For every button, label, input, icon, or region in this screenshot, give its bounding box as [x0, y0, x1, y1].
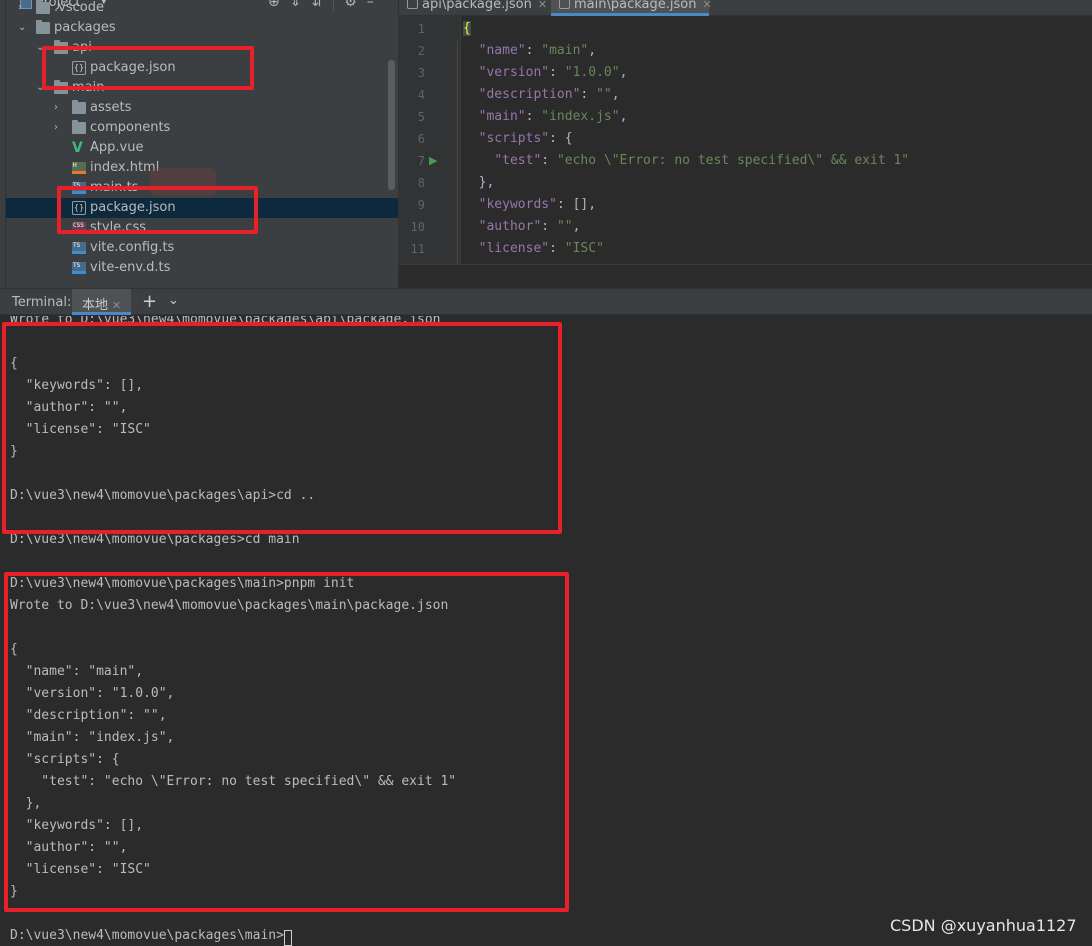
typescript-file-icon: TS: [72, 242, 86, 254]
annotation-box-main: [57, 186, 258, 234]
line-number: 4: [417, 88, 425, 102]
line-number: 2: [417, 44, 425, 58]
code-line: "main": "index.js",: [478, 109, 628, 124]
tree-item-label: App.vue: [90, 140, 144, 155]
close-icon[interactable]: ✕: [538, 0, 547, 11]
code-line: "test": "echo \"Error: no test specified…: [494, 153, 910, 168]
tree-item-label: index.html: [90, 160, 160, 175]
project-panel: Project ▼ ⊕ ⇕ ⇵ ⚙ – › .vscode ⌄ packages ⌄ ap…: [0, 0, 398, 288]
tree-item-label: packages: [54, 20, 116, 35]
line-number: 9: [417, 198, 425, 212]
tree-item[interactable]: › assets: [6, 98, 398, 118]
tab-local-terminal[interactable]: 本地 ✕: [72, 289, 132, 315]
editor-panel: api\package.json ✕ main\package.json ✕ 1 2 3…: [398, 0, 1092, 288]
folder-icon: [72, 120, 86, 134]
html-file-icon: H: [72, 162, 86, 174]
tab-label: main\package.json: [574, 0, 697, 12]
tree-item[interactable]: › .vscode: [6, 0, 398, 18]
annotation-box-terminal-main: [4, 572, 569, 912]
tree-item[interactable]: › components: [6, 118, 398, 138]
tree-item[interactable]: TS vite-env.d.ts: [6, 258, 398, 278]
terminal-header: Terminal: 本地 ✕ + ⌄: [0, 288, 1092, 315]
terminal-line: D:\vue3\new4\momovue\packages\main>: [10, 928, 284, 943]
line-number: 8: [417, 176, 425, 190]
vue-file-icon: V: [72, 140, 83, 156]
terminal-line: D:\vue3\new4\momovue\packages>cd main: [10, 532, 300, 547]
tree-item[interactable]: TS vite.config.ts: [6, 238, 398, 258]
folder-icon: [36, 0, 50, 14]
tree-item[interactable]: V App.vue: [6, 138, 398, 158]
line-number: 11: [410, 242, 425, 256]
tab-main-package-json[interactable]: main\package.json ✕: [551, 0, 712, 16]
annotation-box-terminal-api: [2, 322, 562, 534]
line-number: 10: [410, 220, 425, 234]
tree-item-label: .vscode: [54, 0, 104, 15]
code-line: },: [463, 175, 495, 190]
tree-item[interactable]: ⌄ packages: [6, 18, 398, 38]
json-file-icon: [407, 0, 418, 9]
line-number: 5: [417, 110, 425, 124]
typescript-file-icon: TS: [72, 262, 86, 274]
chevron-down-icon[interactable]: ⌄: [18, 18, 30, 38]
code-line: "name": "main",: [478, 43, 597, 58]
line-number: 7: [417, 154, 425, 168]
tree-item-label: vite.config.ts: [90, 240, 175, 255]
tab-label: api\package.json: [422, 0, 532, 12]
tree-item-label: components: [90, 120, 171, 135]
watermark: CSDN @xuyanhua1127: [890, 916, 1077, 935]
editor-tab-bar: api\package.json ✕ main\package.json ✕: [399, 0, 1092, 16]
editor-horizontal-area: [399, 264, 1092, 288]
folder-icon: [72, 100, 86, 114]
close-icon[interactable]: ✕: [112, 299, 121, 312]
folder-icon: [36, 20, 50, 34]
chevron-right-icon[interactable]: ›: [54, 98, 66, 118]
line-number: 1: [417, 22, 425, 36]
annotation-box-api: [42, 46, 254, 90]
line-gutter: 1 2 3 4 5 6 7 8 9 10 11 ▶: [399, 16, 461, 288]
line-number: 3: [417, 66, 425, 80]
tab-api-package-json[interactable]: api\package.json ✕: [407, 0, 549, 16]
json-file-icon: [559, 0, 570, 9]
terminal-tab-label: 本地: [82, 298, 109, 313]
tree-item-label: vite-env.d.ts: [90, 260, 171, 275]
terminal-title: Terminal:: [12, 295, 72, 310]
code-line: {: [463, 21, 471, 36]
fold-guide: [457, 41, 458, 281]
code-line: "version": "1.0.0",: [478, 65, 628, 80]
tree-scrollbar[interactable]: [388, 60, 395, 190]
code-line: "license": "ISC": [478, 241, 604, 256]
close-icon[interactable]: ✕: [702, 0, 711, 11]
code-line: "scripts": {: [478, 131, 573, 146]
chevron-right-icon[interactable]: ›: [18, 0, 30, 18]
add-icon[interactable]: +: [142, 291, 157, 312]
tree-item-label: assets: [90, 100, 132, 115]
terminal-cursor: [284, 930, 293, 946]
chevron-right-icon[interactable]: ›: [54, 118, 66, 138]
code-line: "keywords": [],: [478, 197, 597, 212]
code-line: "description": "",: [478, 87, 620, 102]
chevron-down-icon[interactable]: ⌄: [168, 293, 179, 308]
run-icon[interactable]: ▶: [429, 154, 437, 167]
line-number: 6: [417, 132, 425, 146]
code-line: "author": "",: [478, 219, 581, 234]
